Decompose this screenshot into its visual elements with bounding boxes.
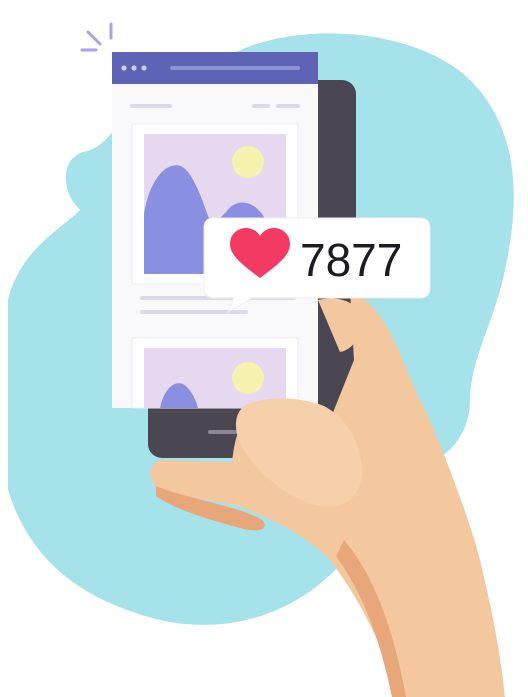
caption-line <box>140 310 248 314</box>
address-bar <box>170 66 300 70</box>
sun-icon <box>232 362 264 394</box>
sparkle-icon <box>80 22 113 52</box>
window-dot <box>141 65 147 71</box>
social-media-like-illustration: 7877 <box>8 22 514 697</box>
like-count: 7877 <box>300 234 402 286</box>
toolbar-line <box>252 104 270 108</box>
like-notification: 7877 <box>203 217 431 314</box>
toolbar-line <box>276 104 300 108</box>
post-image <box>144 348 286 408</box>
toolbar-line <box>130 104 172 108</box>
window-dot <box>121 65 127 71</box>
sun-icon <box>232 146 264 178</box>
background-bubble <box>66 151 114 199</box>
window-dot <box>131 65 137 71</box>
